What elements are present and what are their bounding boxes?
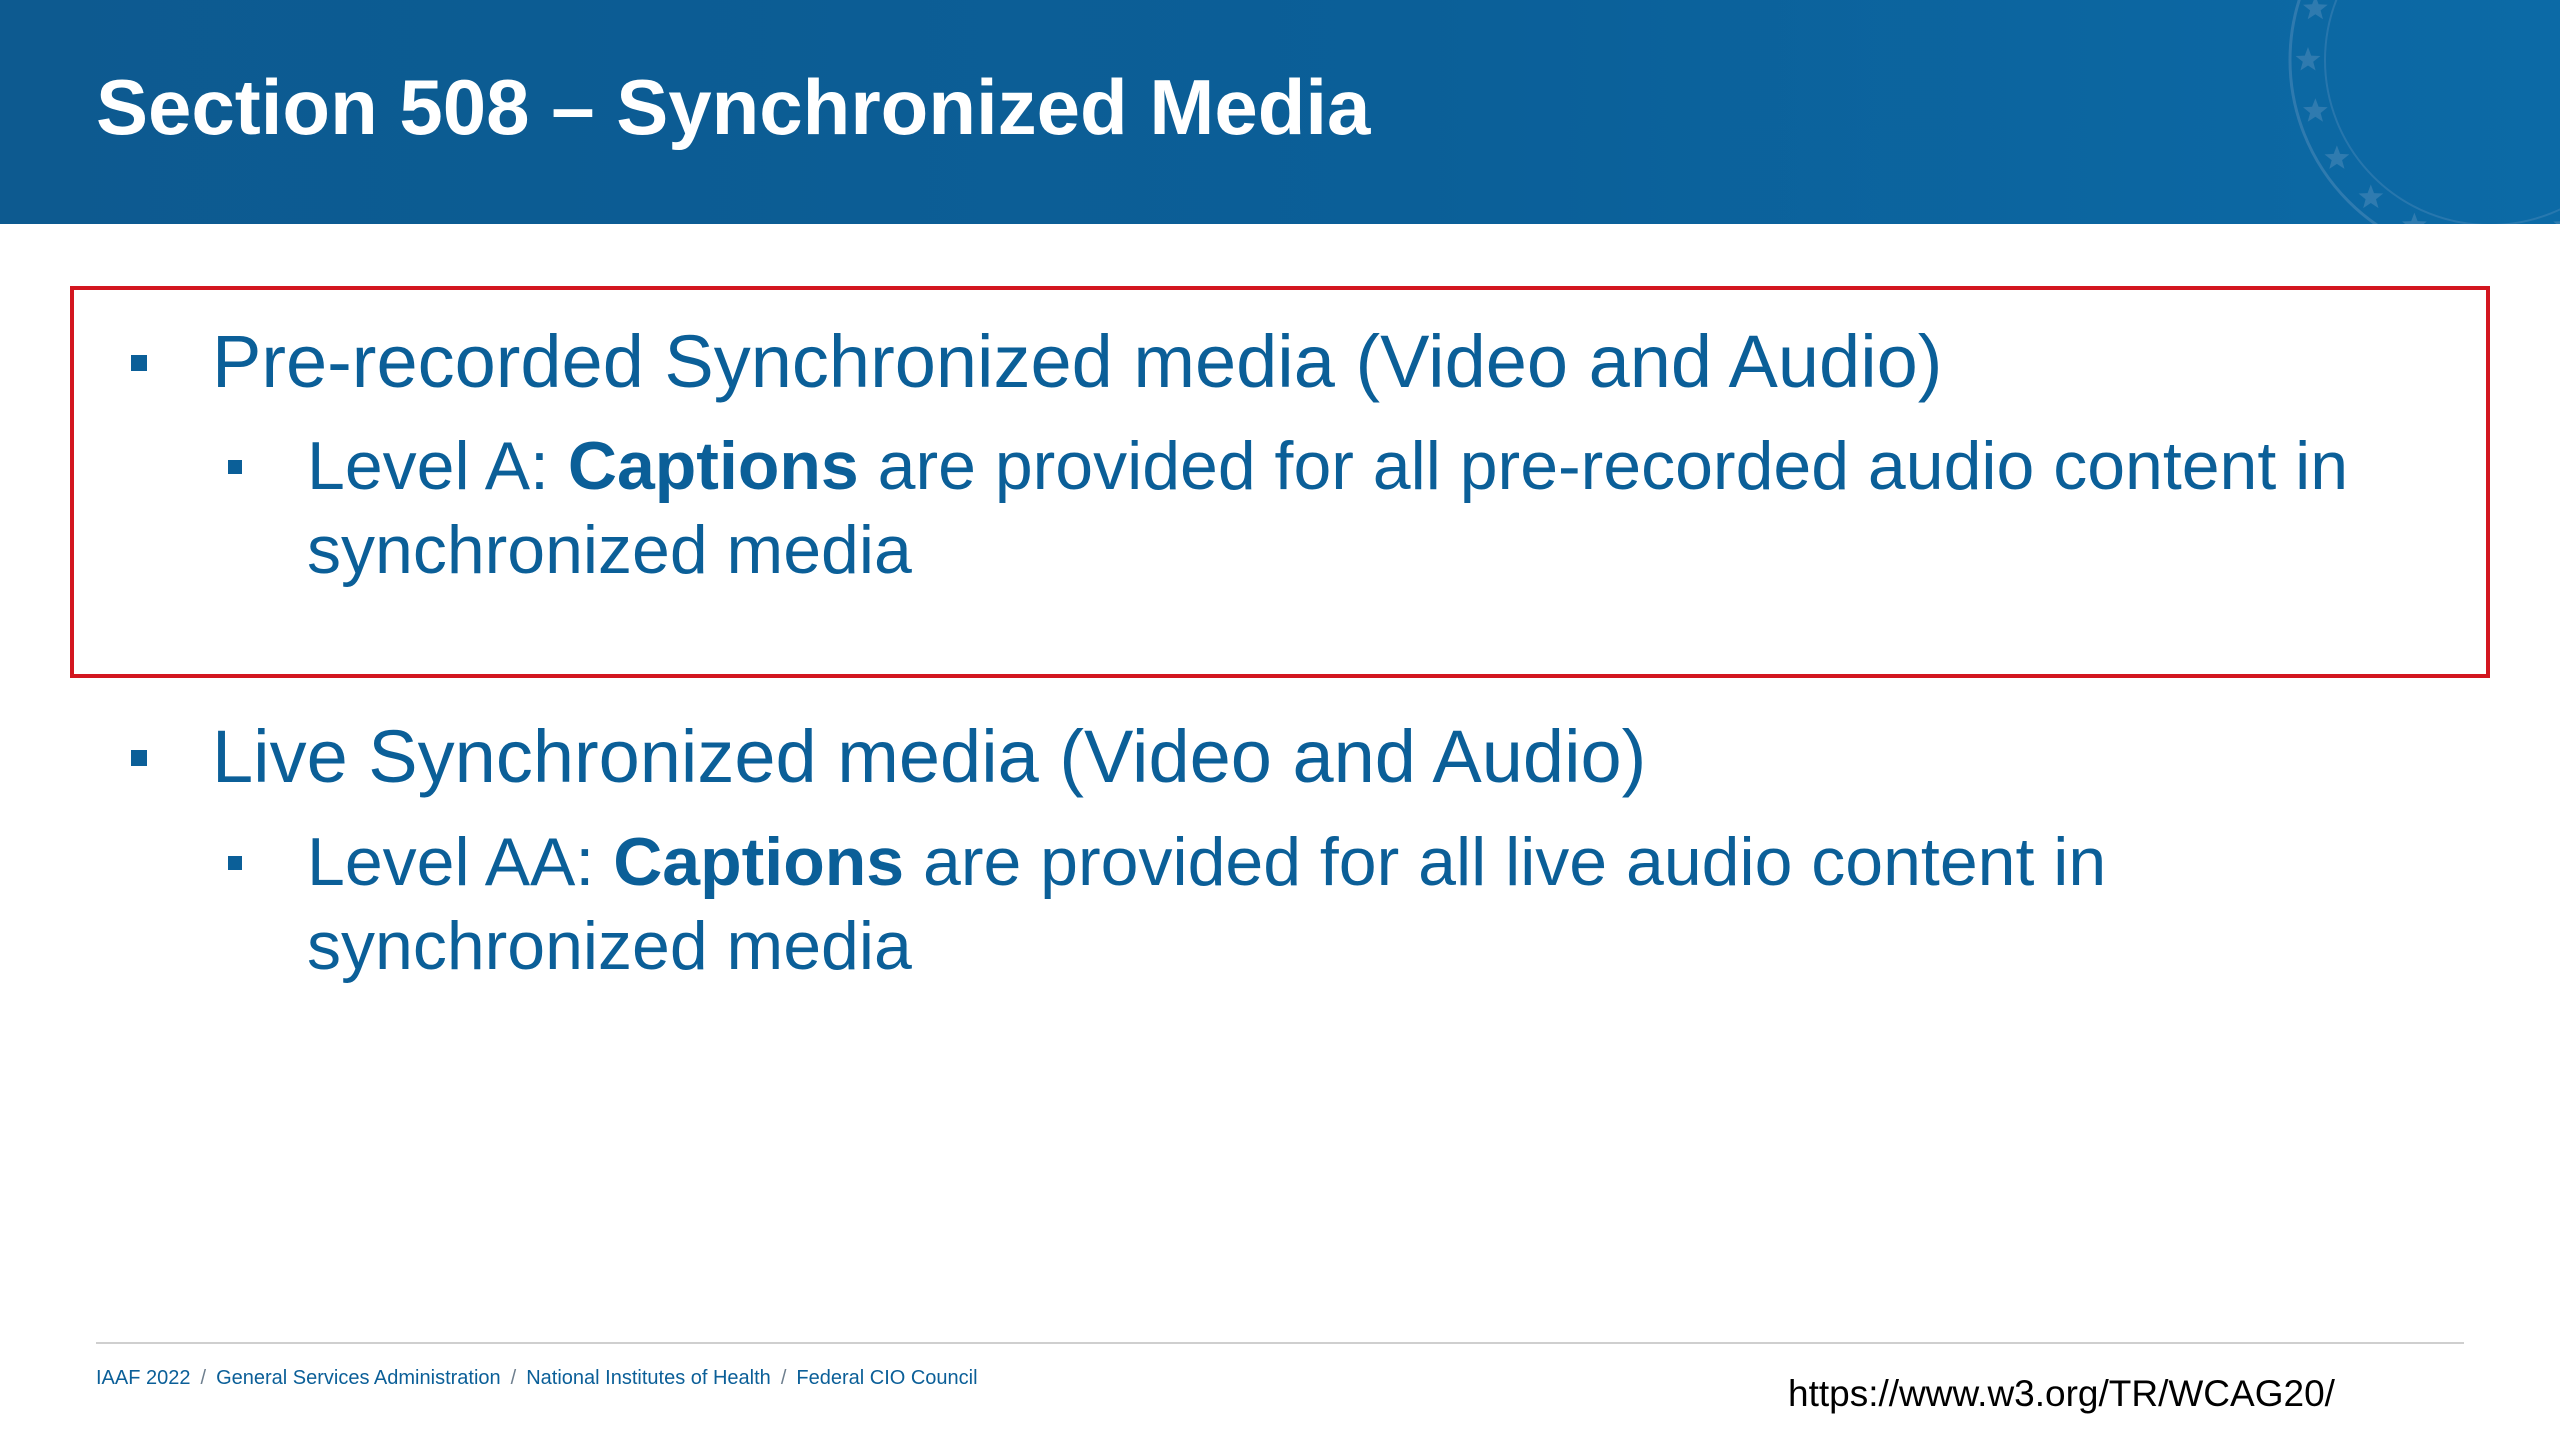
star-seal-icon bbox=[2288, 0, 2560, 224]
square-bullet-icon bbox=[228, 460, 242, 474]
sub-bullet-level-aa: Level AA: Captions are provided for all … bbox=[307, 820, 2407, 988]
seal-star bbox=[2358, 184, 2384, 209]
square-bullet-icon bbox=[228, 856, 242, 870]
seal-star bbox=[2303, 98, 2328, 122]
footer-separator: / bbox=[510, 1367, 517, 1389]
seal-star bbox=[2553, 221, 2560, 224]
level-label: Level A: bbox=[307, 428, 568, 504]
square-bullet-icon bbox=[131, 750, 147, 766]
footer-credit-event: IAAF 2022 bbox=[96, 1367, 191, 1389]
footer-credit-cio: Federal CIO Council bbox=[796, 1367, 978, 1389]
footer-credit-gsa: General Services Administration bbox=[216, 1367, 501, 1389]
footer-separator: / bbox=[780, 1367, 787, 1389]
captions-bold: Captions bbox=[567, 428, 859, 504]
level-label: Level AA: bbox=[307, 824, 614, 900]
bullet-item-prerecorded: Pre-recorded Synchronized media (Video a… bbox=[212, 320, 1943, 403]
square-bullet-icon bbox=[131, 355, 147, 371]
seal-star bbox=[2324, 145, 2350, 169]
footer-credit-nih: National Institutes of Health bbox=[526, 1367, 771, 1389]
slide-header: Section 508 – Synchronized Media bbox=[0, 0, 2560, 224]
slide-title: Section 508 – Synchronized Media bbox=[96, 63, 1371, 151]
seal-star bbox=[2402, 212, 2427, 224]
footer-divider bbox=[96, 1342, 2464, 1344]
footer-credits: IAAF 2022 / General Services Administratio… bbox=[96, 1367, 978, 1390]
footer-separator: / bbox=[200, 1367, 207, 1389]
reference-url[interactable]: https://www.w3.org/TR/WCAG20/ bbox=[1788, 1373, 2335, 1415]
captions-bold: Captions bbox=[613, 824, 905, 900]
seal-star bbox=[2303, 0, 2328, 20]
bullet-item-live: Live Synchronized media (Video and Audio… bbox=[212, 715, 1647, 798]
seal-star bbox=[2295, 47, 2321, 71]
sub-bullet-level-a: Level A: Captions are provided for all p… bbox=[307, 424, 2560, 592]
